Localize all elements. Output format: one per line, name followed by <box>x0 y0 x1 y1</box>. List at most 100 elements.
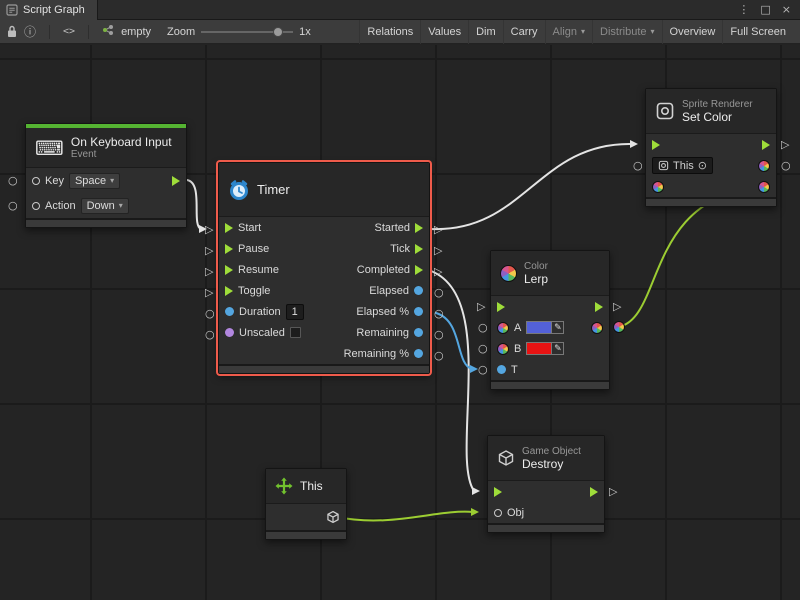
flow-port-icon[interactable]: ▷ <box>477 301 485 312</box>
node-destroy[interactable]: Game Object Destroy Obj <box>487 435 605 533</box>
unscaled-checkbox[interactable] <box>290 327 301 338</box>
align-button[interactable]: Align▾ <box>545 20 592 44</box>
close-icon[interactable]: × <box>782 3 791 16</box>
flow-out-port[interactable] <box>595 302 603 312</box>
flow-port-icon[interactable]: ▷ <box>434 245 442 256</box>
value-in-port[interactable] <box>497 365 506 374</box>
port-label: A <box>514 322 521 334</box>
port-row <box>646 176 776 197</box>
code-view-icon[interactable]: <> <box>63 26 75 37</box>
flow-in-port[interactable] <box>494 487 502 497</box>
value-port-icon[interactable]: ○ <box>781 160 791 171</box>
game-object-out-port[interactable] <box>326 510 340 524</box>
flow-out-port[interactable] <box>172 176 180 186</box>
flow-in-port[interactable] <box>225 223 233 233</box>
value-port-icon[interactable]: ○ <box>633 160 643 171</box>
value-in-port[interactable] <box>225 328 234 337</box>
value-port-icon[interactable]: ○ <box>434 287 444 298</box>
port-row: Pause Tick <box>219 238 429 259</box>
lock-icon[interactable] <box>7 25 17 38</box>
value-port[interactable] <box>32 202 40 210</box>
info-icon[interactable]: ⓘ <box>24 23 36 40</box>
value-out-port[interactable] <box>414 349 423 358</box>
tab-script-graph[interactable]: Script Graph <box>0 0 98 20</box>
value-port[interactable] <box>32 177 40 185</box>
flow-in-port[interactable] <box>225 265 233 275</box>
value-port-icon[interactable]: ○ <box>205 308 215 319</box>
color-port[interactable] <box>758 181 770 193</box>
value-port-icon[interactable]: ○ <box>205 329 215 340</box>
node-timer[interactable]: Timer Start Started Pause Tick Resume Co… <box>218 162 430 374</box>
port-label: Key <box>45 175 64 187</box>
node-rows: Start Started Pause Tick Resume Complete… <box>219 217 429 364</box>
flow-port-icon[interactable]: ▷ <box>205 224 213 235</box>
color-a-swatch[interactable]: ✎ <box>526 321 564 334</box>
flow-in-port[interactable] <box>652 140 660 150</box>
value-port-icon[interactable]: ○ <box>478 322 488 333</box>
color-in-port[interactable] <box>497 343 509 355</box>
node-this[interactable]: This <box>265 468 347 540</box>
flow-out-port[interactable] <box>762 140 770 150</box>
port-row: A ✎ <box>491 317 609 338</box>
flow-port-icon[interactable]: ▷ <box>434 266 442 277</box>
key-dropdown[interactable]: Space▾ <box>69 173 120 189</box>
port-label: Elapsed % <box>356 306 409 318</box>
value-port-icon[interactable]: ○ <box>434 350 444 361</box>
color-port-icon[interactable] <box>613 321 625 333</box>
overview-button[interactable]: Overview <box>662 20 723 44</box>
flow-port-icon[interactable]: ▷ <box>609 486 617 497</box>
flow-in-port[interactable] <box>225 286 233 296</box>
action-dropdown[interactable]: Down▾ <box>81 198 129 214</box>
node-subtitle: Color <box>524 261 548 272</box>
flow-in-port[interactable] <box>497 302 505 312</box>
dim-button[interactable]: Dim <box>468 20 503 44</box>
node-subtitle: Event <box>71 149 172 160</box>
flow-out-port[interactable] <box>590 487 598 497</box>
zoom-slider-handle[interactable] <box>273 27 283 37</box>
node-set-color[interactable]: Sprite Renderer Set Color This ⊙ <box>645 88 777 207</box>
target-object-field[interactable]: This ⊙ <box>652 157 713 174</box>
carry-button[interactable]: Carry <box>503 20 545 44</box>
fullscreen-button[interactable]: Full Screen <box>722 20 793 44</box>
value-port-icon[interactable]: ○ <box>478 364 488 375</box>
color-port[interactable] <box>758 160 770 172</box>
values-button[interactable]: Values <box>420 20 468 44</box>
eyedropper-icon[interactable]: ✎ <box>551 342 564 355</box>
distribute-button[interactable]: Distribute▾ <box>592 20 661 44</box>
eyedropper-icon[interactable]: ✎ <box>551 321 564 334</box>
port-row: Resume Completed <box>219 259 429 280</box>
flow-in-port[interactable] <box>225 244 233 254</box>
color-in-port[interactable] <box>652 181 664 193</box>
flow-port-icon[interactable]: ▷ <box>205 266 213 277</box>
value-out-port[interactable] <box>414 328 423 337</box>
window-menu-icon[interactable]: ⋮ <box>738 3 749 16</box>
flow-port-icon[interactable]: ▷ <box>205 287 213 298</box>
flow-port-icon[interactable]: ▷ <box>613 301 621 312</box>
color-in-port[interactable] <box>497 322 509 334</box>
value-port-icon[interactable]: ○ <box>434 329 444 340</box>
zoom-slider[interactable] <box>201 27 293 37</box>
value-out-port[interactable] <box>414 286 423 295</box>
color-out-port[interactable] <box>591 322 603 334</box>
maximize-icon[interactable]: □ <box>760 3 770 16</box>
node-on-keyboard-input[interactable]: ⌨ On Keyboard Input Event Key Space▾ Act… <box>25 123 187 228</box>
value-port-icon[interactable]: ○ <box>8 175 18 186</box>
flow-port-icon[interactable]: ▷ <box>434 224 442 235</box>
object-in-port[interactable] <box>494 509 502 517</box>
duration-field[interactable]: 1 <box>286 304 304 320</box>
node-color-lerp[interactable]: Color Lerp A ✎ B ✎ T <box>490 250 610 390</box>
node-rows: Obj <box>488 481 604 523</box>
value-port-icon[interactable]: ○ <box>8 200 18 211</box>
value-out-port[interactable] <box>414 307 423 316</box>
flow-out-port[interactable] <box>415 223 423 233</box>
value-in-port[interactable] <box>225 307 234 316</box>
flow-out-port[interactable] <box>415 244 423 254</box>
flow-port-icon[interactable]: ▷ <box>205 245 213 256</box>
flow-port-icon[interactable]: ▷ <box>781 139 789 150</box>
value-port-icon[interactable]: ○ <box>434 308 444 319</box>
relations-button[interactable]: Relations <box>359 20 420 44</box>
flow-out-port[interactable] <box>415 265 423 275</box>
color-b-swatch[interactable]: ✎ <box>526 342 564 355</box>
value-port-icon[interactable]: ○ <box>478 343 488 354</box>
object-picker-icon[interactable]: ⊙ <box>698 159 707 172</box>
